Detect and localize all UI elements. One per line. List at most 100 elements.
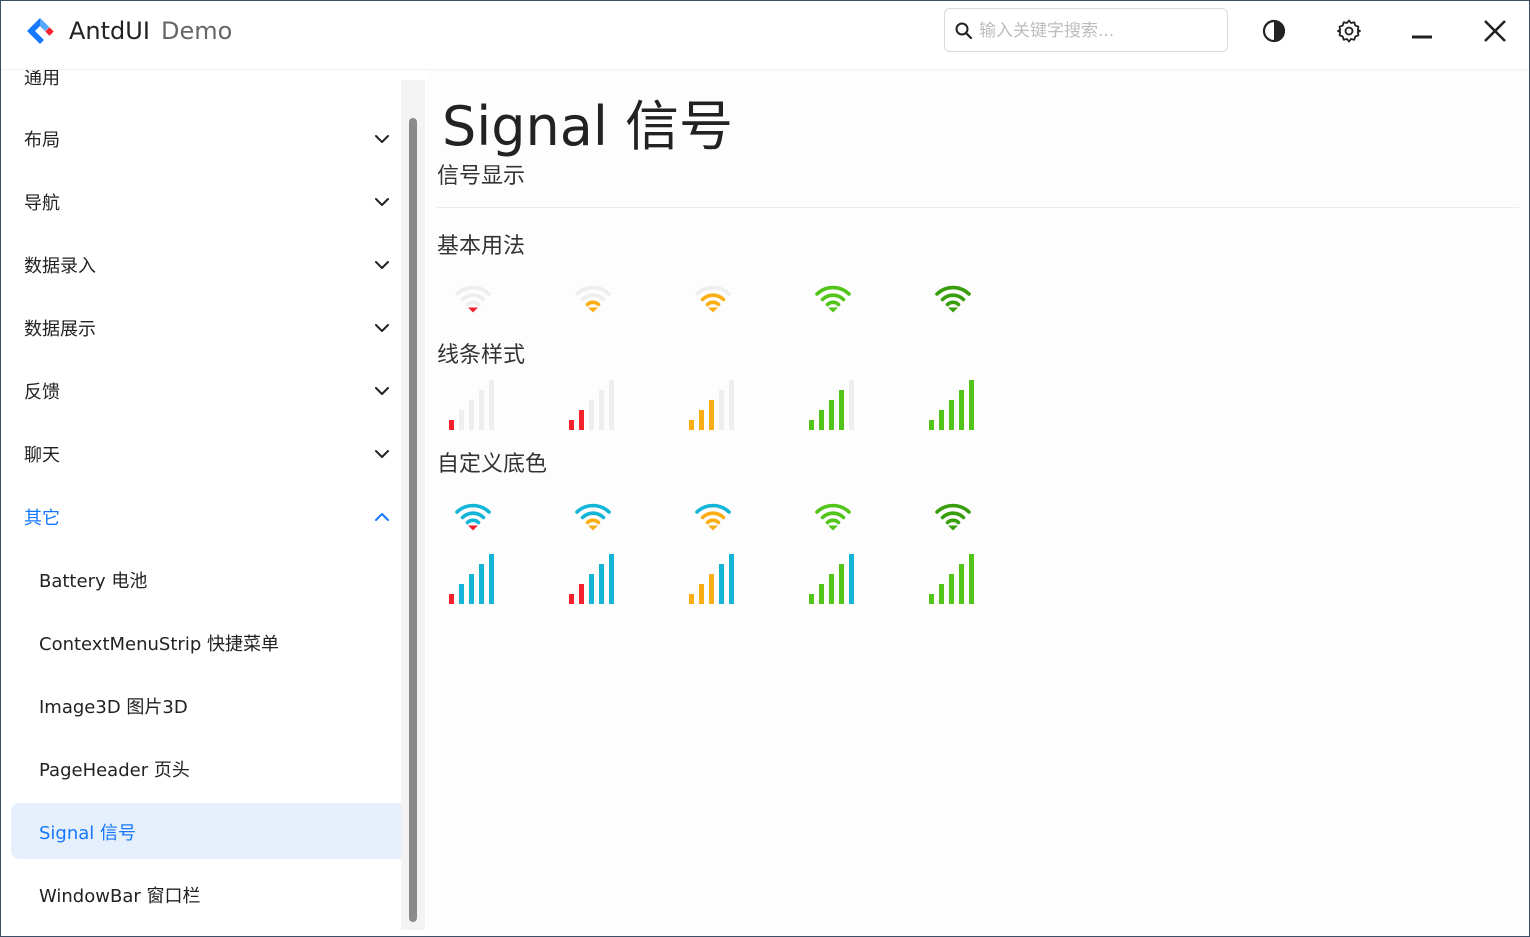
- app-window: AntdUI Demo 输入关键字搜索... 通用 布局 导航 数据录入 数据展…: [0, 0, 1530, 937]
- wifi-signal-icon: [455, 285, 491, 313]
- wifi-signal-icon: [815, 285, 851, 313]
- sidebar-item-image3d[interactable]: Image3D 图片3D: [11, 677, 425, 733]
- sidebar-item-label: Signal 信号: [39, 823, 137, 844]
- sidebar-menu: 通用 布局 导航 数据录入 数据展示 反馈 聊天 其它 Battery 电池 C…: [1, 70, 427, 936]
- bar-signal-icon: [569, 380, 614, 430]
- sidebar-item-contextmenustrip[interactable]: ContextMenuStrip 快捷菜单: [11, 614, 425, 670]
- wifi-signal-icon: [935, 285, 971, 313]
- bar-signal-icon: [809, 380, 854, 430]
- antd-logo-icon: [27, 18, 54, 44]
- sidebar-item-label: 导航: [24, 193, 60, 214]
- chevron-down-icon: [375, 324, 389, 332]
- sidebar-item-label: 数据录入: [24, 256, 96, 277]
- signal-line-level-1: [447, 380, 499, 436]
- section-title-custom-fill: 自定义底色: [437, 452, 548, 477]
- settings-button[interactable]: [1333, 15, 1365, 47]
- signal-custom-bar-level-4: [807, 554, 859, 610]
- signal-custom-wifi-level-3: [693, 498, 733, 536]
- sidebar-item-label: Image3D 图片3D: [39, 697, 188, 718]
- title-bar: AntdUI Demo: [1, 1, 1529, 70]
- signal-basic-level-4: [813, 280, 853, 318]
- close-button[interactable]: [1479, 15, 1511, 47]
- sidebar-group-navigation[interactable]: 导航: [11, 173, 425, 229]
- wifi-signal-icon: [935, 503, 971, 531]
- sidebar-item-label: ContextMenuStrip 快捷菜单: [39, 634, 279, 655]
- sidebar-item-label: 聊天: [24, 445, 60, 466]
- signal-custom-bar-level-5: [927, 554, 979, 610]
- chevron-down-icon: [375, 387, 389, 395]
- signal-line-level-5: [927, 380, 979, 436]
- chevron-down-icon: [375, 450, 389, 458]
- sidebar-item-label: 其它: [24, 508, 60, 529]
- app-subtitle: Demo: [161, 17, 233, 45]
- bar-signal-icon: [689, 380, 734, 430]
- sidebar-group-general[interactable]: 通用: [11, 70, 425, 104]
- signal-custom-wifi-level-5: [933, 498, 973, 536]
- sidebar-item-pageheader[interactable]: PageHeader 页头: [11, 740, 425, 796]
- wifi-signal-icon: [815, 503, 851, 531]
- sidebar-group-feedback[interactable]: 反馈: [11, 362, 425, 418]
- gear-icon: [1337, 19, 1361, 43]
- sidebar-item-battery[interactable]: Battery 电池: [11, 551, 425, 607]
- page-description: 信号显示: [437, 164, 526, 189]
- sidebar-item-label: 布局: [24, 130, 60, 151]
- sidebar-item-label: Battery 电池: [39, 571, 148, 592]
- wifi-signal-icon: [455, 503, 491, 531]
- sidebar-group-other[interactable]: 其它: [11, 488, 425, 544]
- sidebar-group-data-entry[interactable]: 数据录入: [11, 236, 425, 292]
- bar-signal-icon: [449, 380, 494, 430]
- sidebar-item-label: PageHeader 页头: [39, 760, 190, 781]
- minimize-button[interactable]: [1406, 15, 1438, 47]
- sidebar-group-data-display[interactable]: 数据展示: [11, 299, 425, 355]
- signal-custom-bar-level-3: [687, 554, 739, 610]
- chevron-down-icon: [375, 261, 389, 269]
- sidebar-group-layout[interactable]: 布局: [11, 110, 425, 166]
- chevron-down-icon: [375, 135, 389, 143]
- sidebar-item-label: 通用: [24, 70, 60, 89]
- wifi-signal-icon: [695, 285, 731, 313]
- sidebar-group-chat[interactable]: 聊天: [11, 425, 425, 481]
- wifi-signal-icon: [695, 503, 731, 531]
- signal-line-level-3: [687, 380, 739, 436]
- signal-basic-level-1: [453, 280, 493, 318]
- signal-basic-level-2: [573, 280, 613, 318]
- wifi-signal-icon: [575, 285, 611, 313]
- signal-custom-wifi-level-1: [453, 498, 493, 536]
- search-input[interactable]: [977, 15, 1221, 47]
- sidebar-item-label: 反馈: [24, 382, 60, 403]
- bar-signal-icon: [929, 554, 974, 604]
- page-title: Signal 信号: [442, 95, 734, 158]
- section-title-basic: 基本用法: [437, 234, 526, 259]
- signal-custom-bar-level-1: [447, 554, 499, 610]
- signal-custom-bar-level-2: [567, 554, 619, 610]
- contrast-icon: [1262, 19, 1286, 43]
- close-icon: [1484, 20, 1506, 42]
- header-divider: [437, 207, 1519, 208]
- signal-basic-level-3: [693, 280, 733, 318]
- bar-signal-icon: [689, 554, 734, 604]
- wifi-signal-icon: [575, 503, 611, 531]
- sidebar-scrollbar-thumb[interactable]: [409, 118, 417, 922]
- bar-signal-icon: [929, 380, 974, 430]
- signal-custom-wifi-level-4: [813, 498, 853, 536]
- chevron-down-icon: [375, 198, 389, 206]
- signal-line-level-4: [807, 380, 859, 436]
- signal-line-level-2: [567, 380, 619, 436]
- theme-toggle-button[interactable]: [1258, 15, 1290, 47]
- section-title-line-style: 线条样式: [437, 343, 526, 368]
- search-icon: [955, 22, 973, 40]
- main-content: Signal 信号 信号显示 基本用法 线条样式 自定义底色: [427, 70, 1529, 936]
- bar-signal-icon: [809, 554, 854, 604]
- sidebar-item-windowbar[interactable]: WindowBar 窗口栏: [11, 866, 425, 922]
- search-box[interactable]: [944, 8, 1228, 52]
- minimize-icon: [1412, 35, 1432, 39]
- signal-custom-wifi-level-2: [573, 498, 613, 536]
- sidebar-item-label: WindowBar 窗口栏: [39, 886, 201, 907]
- app-name: AntdUI: [69, 17, 150, 45]
- bar-signal-icon: [569, 554, 614, 604]
- signal-basic-level-5: [933, 280, 973, 318]
- chevron-up-icon: [375, 513, 389, 521]
- bar-signal-icon: [449, 554, 494, 604]
- sidebar-item-signal[interactable]: Signal 信号: [11, 803, 425, 859]
- sidebar-item-label: 数据展示: [24, 319, 96, 340]
